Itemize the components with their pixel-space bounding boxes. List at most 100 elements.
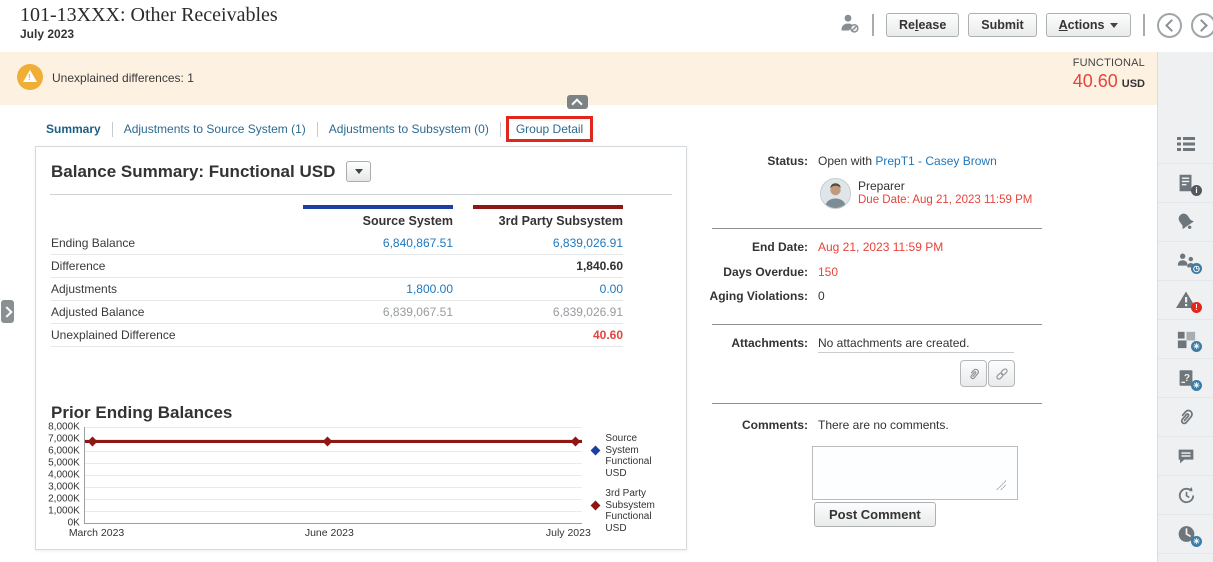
- balance-summary-dropdown-button[interactable]: [346, 161, 372, 182]
- submit-button[interactable]: Submit: [968, 13, 1037, 37]
- resize-handle[interactable]: [996, 480, 1006, 490]
- rail-alerts-button[interactable]: [1158, 203, 1213, 242]
- tab-adjustments-source-system[interactable]: Adjustments to Source System (1): [113, 122, 317, 136]
- reconciliation-page: 101-13XXX: Other Receivables July 2023 R…: [0, 0, 1213, 562]
- history-icon: [1178, 486, 1194, 503]
- table-row-ending-balance: Ending Balance 6,840,867.51 6,839,026.91: [51, 232, 623, 255]
- rail-report-info-button[interactable]: i: [1158, 164, 1213, 203]
- annotation-highlight-box: Group Detail: [505, 116, 594, 142]
- end-date-value: Aug 21, 2023 11:59 PM: [818, 240, 944, 254]
- rail-questions-button[interactable]: ? ✳: [1158, 359, 1213, 398]
- unexplained-amount: 40.60 USD: [1072, 71, 1145, 91]
- comment-input[interactable]: [812, 446, 1018, 500]
- data-point-march[interactable]: [87, 436, 98, 447]
- release-label-post: ease: [918, 18, 947, 32]
- rail-comments-button[interactable]: [1158, 437, 1213, 476]
- difference-subsystem-value: 1,840.60: [576, 259, 623, 273]
- ending-balance-subsystem-link[interactable]: 6,839,026.91: [473, 236, 623, 250]
- table-row-adjusted-balance: Adjusted Balance 6,839,067.51 6,839,026.…: [51, 301, 623, 324]
- x-tick: July 2023: [545, 527, 591, 539]
- comments-label: Comments:: [741, 418, 808, 432]
- status-row: Status: Open with PrepT1 - Casey Brown: [700, 154, 1045, 168]
- caret-down-icon: [1110, 23, 1119, 28]
- rail-workflow-button[interactable]: ◷: [1158, 242, 1213, 281]
- warning-exclamation: !: [28, 73, 31, 82]
- header-actions: Release Submit Actions ×: [838, 10, 1213, 40]
- balance-summary-card: Balance Summary: Functional USD Source S…: [35, 146, 687, 550]
- tab-adjustments-subsystem[interactable]: Adjustments to Subsystem (0): [318, 122, 500, 136]
- table-row-unexplained-difference: Unexplained Difference 40.60: [51, 324, 623, 347]
- bell-icon: [1178, 213, 1194, 230]
- rail-time-button[interactable]: ✳: [1158, 515, 1213, 554]
- end-date-row: End Date: Aug 21, 2023 11:59 PM: [700, 240, 1045, 254]
- previous-button[interactable]: [1157, 12, 1183, 38]
- chevron-up-icon: [571, 98, 583, 110]
- period-label: July 2023: [20, 27, 75, 41]
- y-tick: 3,000K: [48, 481, 80, 493]
- data-point-july[interactable]: [570, 436, 581, 447]
- adjustments-subsystem-link[interactable]: 0.00: [473, 282, 623, 296]
- unexplained-subsystem-value: 40.60: [592, 328, 623, 342]
- release-button[interactable]: Release: [886, 13, 960, 37]
- post-comment-button[interactable]: Post Comment: [814, 502, 936, 527]
- rail-history-button[interactable]: [1158, 476, 1213, 515]
- data-point-june[interactable]: [322, 436, 333, 447]
- expand-left-panel-button[interactable]: [1, 300, 14, 323]
- chevron-right-icon: [1, 306, 13, 318]
- prior-ending-balances-chart: 8,000K 7,000K 6,000K 5,000K 4,000K 3,000…: [44, 422, 680, 543]
- chart-title: Prior Ending Balances: [51, 403, 233, 422]
- days-overdue-label: Days Overdue:: [723, 265, 808, 279]
- status-label: Status:: [767, 154, 808, 168]
- divider: [712, 403, 1042, 404]
- user-blocked-icon: [838, 12, 860, 39]
- comments-empty-text: There are no comments.: [818, 418, 949, 432]
- page-title: 101-13XXX: Other Receivables: [20, 4, 278, 26]
- tab-group-detail[interactable]: Group Detail: [516, 122, 583, 136]
- comment-bubble-icon: [1178, 449, 1194, 464]
- tab-bar: Summary Adjustments to Source System (1)…: [35, 116, 594, 142]
- assignee-link[interactable]: PrepT1 - Casey Brown: [875, 154, 996, 168]
- attachments-divider: [818, 352, 1014, 353]
- attachments-row: Attachments: No attachments are created.: [700, 336, 1045, 350]
- tab-summary[interactable]: Summary: [35, 122, 112, 136]
- unexplained-differences-text: Unexplained differences: 1: [52, 71, 194, 85]
- rail-task-list-button[interactable]: [1158, 125, 1213, 164]
- x-tick: June 2023: [304, 527, 354, 539]
- balance-indicator: FUNCTIONAL 40.60 USD: [1073, 57, 1145, 92]
- currency-type-label: FUNCTIONAL: [1072, 57, 1145, 69]
- balance-summary-title: Balance Summary: Functional USD: [51, 161, 336, 181]
- legend-label: Source System Functional USD: [605, 433, 652, 479]
- rail-summary-tiles-button[interactable]: ✳: [1158, 320, 1213, 359]
- y-tick: 2,000K: [48, 493, 80, 505]
- ending-balance-source-link[interactable]: 6,840,867.51: [303, 236, 453, 250]
- column-source-system: Source System: [303, 205, 453, 228]
- row-label: Difference: [51, 259, 106, 273]
- legend-subsystem: 3rd Party Subsystem Functional USD: [590, 488, 680, 534]
- next-button[interactable]: [1191, 12, 1213, 38]
- y-tick: 7,000K: [48, 433, 80, 445]
- end-date-label: End Date:: [751, 240, 808, 254]
- preparer-avatar[interactable]: [820, 178, 851, 209]
- column-3rd-party-subsystem: 3rd Party Subsystem: [473, 205, 623, 228]
- due-date-text: Due Date: Aug 21, 2023 11:59 PM: [858, 194, 1033, 206]
- release-label: Re: [899, 18, 915, 32]
- clock-badge: ◷: [1191, 263, 1202, 274]
- alert-badge: !: [1191, 302, 1202, 313]
- adjustments-source-link[interactable]: 1,800.00: [303, 282, 453, 296]
- rail-attachments-button[interactable]: [1158, 398, 1213, 437]
- link-icon: [995, 367, 1008, 380]
- add-link-button[interactable]: [988, 360, 1015, 387]
- status-panel: Status: Open with PrepT1 - Casey Brown P…: [700, 146, 1045, 546]
- collapse-banner-button[interactable]: [567, 95, 588, 110]
- currency-code: USD: [1121, 78, 1145, 90]
- actions-label-post: ctions: [1067, 18, 1105, 32]
- add-attachment-button[interactable]: [960, 360, 987, 387]
- rail-warnings-button[interactable]: !: [1158, 281, 1213, 320]
- tab-separator: [499, 121, 501, 137]
- subsystem-series-line: [84, 440, 583, 443]
- chevron-left-icon: [1165, 18, 1179, 32]
- actions-button[interactable]: Actions: [1045, 13, 1132, 37]
- attachments-label: Attachments:: [731, 336, 808, 350]
- row-label: Adjustments: [51, 282, 118, 296]
- aging-violations-row: Aging Violations: 0: [700, 289, 1045, 303]
